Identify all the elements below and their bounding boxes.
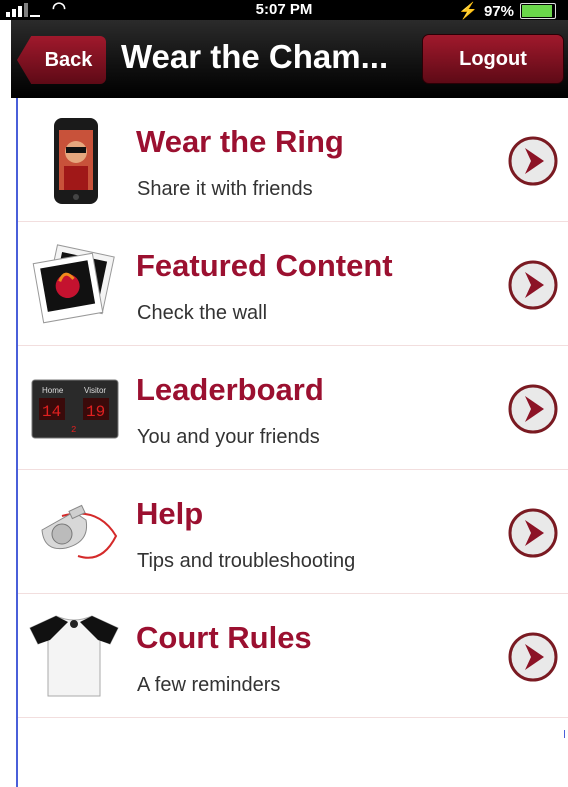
scoreboard-visitor-label: Visitor bbox=[84, 386, 106, 395]
charging-icon: ⚡ bbox=[458, 3, 478, 20]
status-bar: ◠ 5:07 PM ⚡ 97% bbox=[0, 0, 568, 20]
menu-item-help[interactable]: Help Tips and troubleshooting bbox=[18, 470, 568, 594]
referee-shirt-icon bbox=[29, 615, 119, 697]
edge-tick bbox=[564, 730, 565, 738]
menu-item-title: Wear the Ring bbox=[136, 124, 344, 159]
scoreboard-icon: Home Visitor 14 19 2 bbox=[31, 379, 119, 439]
scoreboard-home-label: Home bbox=[42, 386, 64, 395]
menu-item-subtitle: A few reminders bbox=[137, 674, 281, 696]
navigation-bar: Back Wear the Cham... Logout bbox=[11, 20, 568, 98]
chevron-right-icon[interactable] bbox=[508, 136, 558, 186]
menu-item-subtitle: Share it with friends bbox=[137, 178, 313, 200]
whistle-icon bbox=[41, 504, 118, 559]
scoreboard-visitor-score: 19 bbox=[86, 403, 105, 421]
battery-indicator: ⚡ 97% bbox=[458, 1, 556, 21]
scoreboard-period: 2 bbox=[71, 425, 76, 435]
menu-item-subtitle: Tips and troubleshooting bbox=[137, 550, 356, 572]
menu-list: Wear the Ring Share it with friends Feat… bbox=[18, 98, 568, 718]
page-title: Wear the Cham... bbox=[121, 38, 389, 75]
menu-item-title: Leaderboard bbox=[136, 372, 324, 407]
menu-item-subtitle: You and your friends bbox=[137, 426, 320, 448]
menu-item-title: Help bbox=[136, 496, 204, 531]
phone-icon bbox=[54, 118, 98, 204]
battery-percent: 97% bbox=[483, 2, 514, 20]
menu-item-wear-the-ring[interactable]: Wear the Ring Share it with friends bbox=[18, 98, 568, 222]
battery-icon bbox=[520, 3, 556, 19]
back-button[interactable]: Back bbox=[17, 36, 106, 84]
chevron-right-icon[interactable] bbox=[508, 384, 558, 434]
photos-icon bbox=[32, 244, 115, 324]
menu-item-leaderboard[interactable]: Home Visitor 14 19 2 Leaderboard You and… bbox=[18, 346, 568, 470]
chevron-right-icon[interactable] bbox=[508, 632, 558, 682]
menu-item-court-rules[interactable]: Court Rules A few reminders bbox=[18, 594, 568, 718]
menu-item-title: Court Rules bbox=[136, 620, 312, 655]
scoreboard-home-score: 14 bbox=[42, 403, 61, 421]
menu-item-subtitle: Check the wall bbox=[137, 302, 268, 324]
logout-button[interactable]: Logout bbox=[422, 34, 564, 84]
menu-item-featured-content[interactable]: Featured Content Check the wall bbox=[18, 222, 568, 346]
chevron-right-icon[interactable] bbox=[508, 508, 558, 558]
chevron-right-icon[interactable] bbox=[508, 260, 558, 310]
menu-item-title: Featured Content bbox=[136, 248, 393, 283]
